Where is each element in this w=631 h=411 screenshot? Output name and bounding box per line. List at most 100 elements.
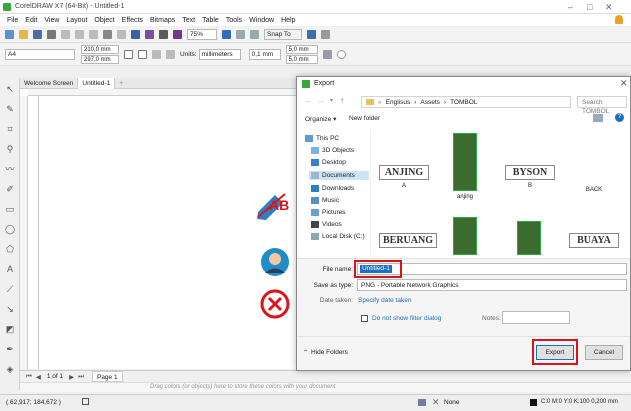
nav-downloads[interactable]: Downloads bbox=[311, 185, 354, 192]
menu-view[interactable]: View bbox=[44, 17, 59, 24]
menu-object[interactable]: Object bbox=[94, 17, 114, 24]
nav-music[interactable]: Music bbox=[311, 197, 339, 204]
app-launcher-icon[interactable] bbox=[321, 30, 330, 39]
duplicate-x-field[interactable]: 5,0 mm bbox=[285, 45, 318, 54]
breadcrumb-tombol[interactable]: TOMBOL bbox=[450, 98, 477, 107]
cut-icon[interactable] bbox=[61, 30, 70, 39]
help-icon[interactable]: ? bbox=[615, 113, 624, 122]
up-arrow-icon[interactable]: ↑ bbox=[340, 96, 344, 105]
print-icon[interactable] bbox=[47, 30, 56, 39]
menu-edit[interactable]: Edit bbox=[25, 17, 37, 24]
nav-local-disk[interactable]: Local Disk (C:) bbox=[311, 233, 365, 240]
file-item[interactable]: anjing bbox=[453, 133, 477, 200]
address-bar[interactable]: « Englisus › Assets › TOMBOL bbox=[361, 96, 571, 108]
status-expand-icon[interactable] bbox=[82, 398, 89, 405]
paper-size-select[interactable]: A4 bbox=[5, 49, 75, 60]
first-page-icon[interactable]: ⏮ bbox=[26, 373, 32, 381]
date-taken-link[interactable]: Specify date taken bbox=[358, 297, 411, 304]
organize-button[interactable]: Organize ▾ bbox=[305, 115, 336, 123]
nav-3d-objects[interactable]: 3D Objects bbox=[311, 147, 354, 154]
close-icon[interactable]: ✕ bbox=[605, 2, 613, 13]
publish-pdf-icon[interactable] bbox=[173, 30, 182, 39]
eyedropper-icon[interactable]: ✒ bbox=[5, 344, 15, 354]
file-item[interactable] bbox=[517, 221, 541, 255]
file-item[interactable]: BUAYA bbox=[569, 233, 619, 248]
file-item[interactable]: BACK bbox=[569, 179, 619, 193]
page-width-field[interactable]: 210,0 mm bbox=[81, 45, 119, 54]
tab-untitled-1[interactable]: Untitled-1 bbox=[78, 77, 116, 89]
nav-pictures[interactable]: Pictures bbox=[311, 209, 345, 216]
text-tool-icon[interactable]: A bbox=[5, 264, 15, 274]
minimize-icon[interactable]: – bbox=[568, 2, 573, 12]
file-item[interactable]: BYSON B bbox=[505, 165, 555, 189]
options-icon[interactable] bbox=[307, 30, 316, 39]
undo-icon[interactable] bbox=[103, 30, 112, 39]
nudge-field[interactable]: 0,1 mm bbox=[248, 49, 281, 60]
vertical-ruler[interactable] bbox=[20, 96, 28, 369]
landscape-icon[interactable] bbox=[138, 50, 147, 59]
ellipse-tool-icon[interactable]: ◯ bbox=[5, 224, 15, 234]
forward-arrow-icon[interactable]: → bbox=[317, 96, 325, 105]
redo-icon[interactable] bbox=[117, 30, 126, 39]
duplicate-y-field[interactable]: 5,0 mm bbox=[285, 55, 318, 64]
hide-folders-button[interactable]: Hide Folders bbox=[311, 349, 348, 356]
file-item[interactable] bbox=[453, 217, 477, 255]
nav-this-pc[interactable]: This PC bbox=[305, 135, 339, 142]
open-icon[interactable] bbox=[19, 30, 28, 39]
add-page-icon[interactable] bbox=[336, 50, 346, 59]
tab-welcome-screen[interactable]: Welcome Screen bbox=[20, 77, 79, 89]
document-palette[interactable]: Drag colors (or objects) here to store t… bbox=[20, 382, 631, 392]
prev-page-icon[interactable]: ◀ bbox=[36, 373, 41, 381]
dialog-close-icon[interactable]: ✕ bbox=[620, 78, 628, 89]
copy-icon[interactable] bbox=[75, 30, 84, 39]
portrait-icon[interactable] bbox=[124, 50, 133, 59]
breadcrumb-englisus[interactable]: Englisus bbox=[386, 98, 411, 107]
rectangle-tool-icon[interactable]: ▭ bbox=[5, 204, 15, 214]
polygon-tool-icon[interactable]: ⬠ bbox=[5, 244, 15, 254]
next-page-icon[interactable]: ▶ bbox=[69, 373, 74, 381]
menu-help[interactable]: Help bbox=[281, 17, 295, 24]
import-icon[interactable] bbox=[145, 30, 154, 39]
drop-shadow-icon[interactable]: ◩ bbox=[5, 324, 15, 334]
zoom-tool-icon[interactable]: ⚲ bbox=[5, 144, 15, 154]
export-icon[interactable] bbox=[159, 30, 168, 39]
new-icon[interactable] bbox=[5, 30, 14, 39]
menu-effects[interactable]: Effects bbox=[122, 17, 143, 24]
current-page-icon[interactable] bbox=[166, 50, 175, 59]
nav-desktop[interactable]: Desktop bbox=[311, 159, 346, 166]
parallel-dimension-icon[interactable]: ⟋ bbox=[5, 284, 15, 294]
zoom-level-select[interactable]: 75% bbox=[187, 29, 217, 40]
save-as-type-select[interactable]: PNG - Portable Network Graphics bbox=[357, 279, 627, 291]
page-layout-icon[interactable] bbox=[322, 50, 332, 59]
file-item[interactable]: BERUANG bbox=[379, 233, 437, 248]
menu-file[interactable]: File bbox=[7, 17, 18, 24]
units-select[interactable]: millimeters bbox=[198, 49, 241, 60]
file-item[interactable]: ANJING A bbox=[379, 165, 429, 189]
cancel-button[interactable]: Cancel bbox=[585, 345, 623, 360]
notes-input[interactable] bbox=[502, 311, 570, 324]
freehand-tool-icon[interactable]: 〰 bbox=[5, 164, 15, 174]
breadcrumb-assets[interactable]: Assets bbox=[420, 98, 440, 107]
new-tab-icon[interactable]: + bbox=[115, 78, 127, 89]
filter-dialog-checkbox[interactable] bbox=[361, 315, 368, 322]
search-input[interactable]: Search TOMBOL bbox=[577, 96, 627, 115]
back-arrow-icon[interactable]: ← bbox=[305, 96, 313, 105]
page-height-field[interactable]: 297,0 mm bbox=[81, 55, 119, 64]
shape-tool-icon[interactable]: ✎ bbox=[5, 104, 15, 114]
menu-layout[interactable]: Layout bbox=[66, 17, 87, 24]
close-circle-icon[interactable] bbox=[260, 289, 290, 319]
new-folder-button[interactable]: New folder bbox=[349, 115, 380, 122]
no-pencil-icon[interactable]: AB bbox=[255, 190, 289, 220]
paste-icon[interactable] bbox=[89, 30, 98, 39]
crop-tool-icon[interactable]: ⌗ bbox=[5, 124, 15, 134]
snap-to-dropdown[interactable]: Snap To bbox=[264, 29, 302, 40]
artistic-media-icon[interactable]: ✐ bbox=[5, 184, 15, 194]
menu-tools[interactable]: Tools bbox=[226, 17, 242, 24]
pick-tool-icon[interactable]: ↖ bbox=[5, 84, 15, 94]
fill-tool-icon[interactable]: ◈ bbox=[5, 364, 15, 374]
menu-window[interactable]: Window bbox=[249, 17, 274, 24]
menu-table[interactable]: Table bbox=[202, 17, 219, 24]
save-icon[interactable] bbox=[33, 30, 42, 39]
menu-bitmaps[interactable]: Bitmaps bbox=[150, 17, 175, 24]
hide-folders-icon[interactable]: ⌃ bbox=[303, 349, 308, 356]
